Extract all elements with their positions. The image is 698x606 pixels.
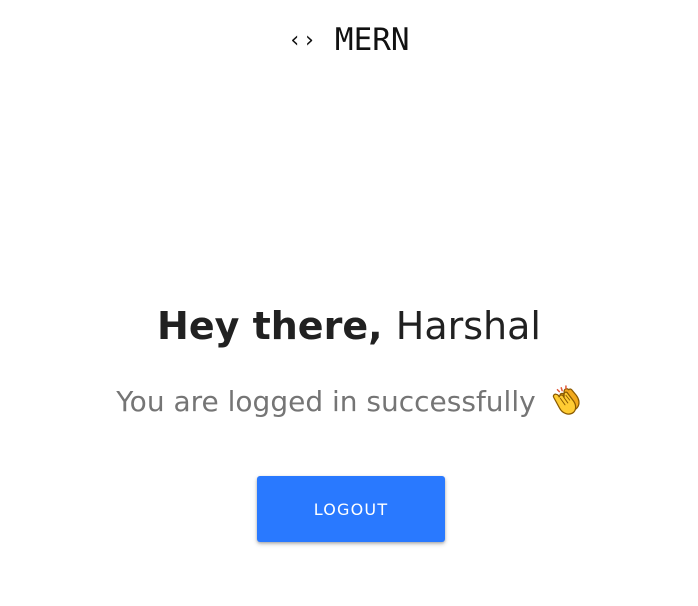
logout-button[interactable]: LOGOUT	[257, 476, 445, 542]
brand-logo-link[interactable]: ‹› MERN	[0, 20, 698, 60]
user-name: Harshal	[395, 304, 541, 348]
greeting-heading: Hey there, Harshal	[0, 300, 698, 352]
brand-title: MERN	[334, 22, 410, 58]
greeting-prefix: Hey there,	[157, 304, 383, 348]
code-brackets-icon: ‹›	[288, 27, 317, 53]
login-status-message: You are logged in successfully	[0, 382, 698, 422]
clapping-hands-icon	[552, 385, 580, 415]
login-status-text: You are logged in successfully	[116, 385, 536, 418]
